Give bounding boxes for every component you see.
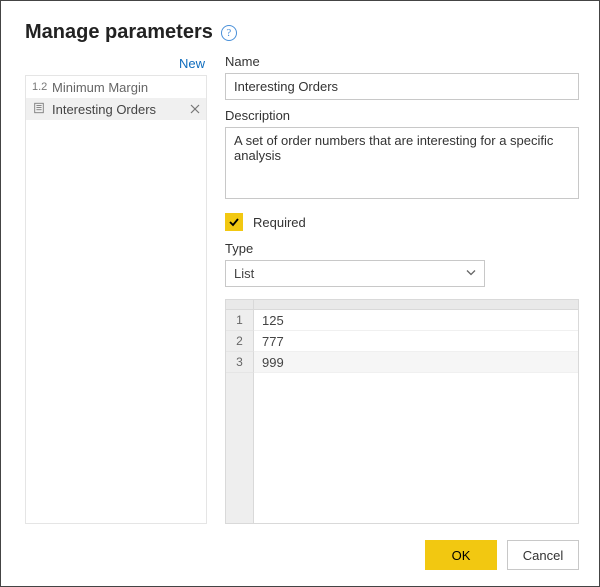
help-icon[interactable]: ? bbox=[221, 25, 237, 41]
type-select[interactable]: List bbox=[225, 260, 485, 287]
delete-parameter-icon[interactable] bbox=[190, 103, 200, 116]
row-number: 2 bbox=[226, 331, 254, 352]
parameter-item-label: Minimum Margin bbox=[52, 80, 200, 95]
list-values-grid[interactable]: 1 125 2 777 3 999 bbox=[225, 299, 579, 524]
name-label: Name bbox=[225, 54, 579, 69]
parameter-item-label: Interesting Orders bbox=[52, 102, 184, 117]
numeric-icon: 1.2 bbox=[32, 81, 46, 93]
type-label: Type bbox=[225, 241, 579, 256]
dialog-title: Manage parameters bbox=[25, 21, 213, 44]
required-label: Required bbox=[253, 215, 306, 230]
list-value-cell[interactable]: 777 bbox=[254, 331, 578, 352]
new-parameter-link[interactable]: New bbox=[25, 54, 207, 75]
list-icon bbox=[32, 102, 46, 117]
parameter-item-interesting-orders[interactable]: Interesting Orders bbox=[26, 98, 206, 120]
parameter-item-minimum-margin[interactable]: 1.2 Minimum Margin bbox=[26, 76, 206, 98]
required-checkbox[interactable] bbox=[225, 213, 243, 231]
cancel-button[interactable]: Cancel bbox=[507, 540, 579, 570]
row-number: 1 bbox=[226, 310, 254, 331]
row-number: 3 bbox=[226, 352, 254, 373]
list-value-cell[interactable]: 999 bbox=[254, 352, 578, 373]
description-label: Description bbox=[225, 108, 579, 123]
description-input[interactable] bbox=[225, 127, 579, 199]
parameter-list: 1.2 Minimum Margin Interesting Orders bbox=[25, 75, 207, 524]
name-input[interactable] bbox=[225, 73, 579, 100]
list-value-cell[interactable]: 125 bbox=[254, 310, 578, 331]
ok-button[interactable]: OK bbox=[425, 540, 497, 570]
